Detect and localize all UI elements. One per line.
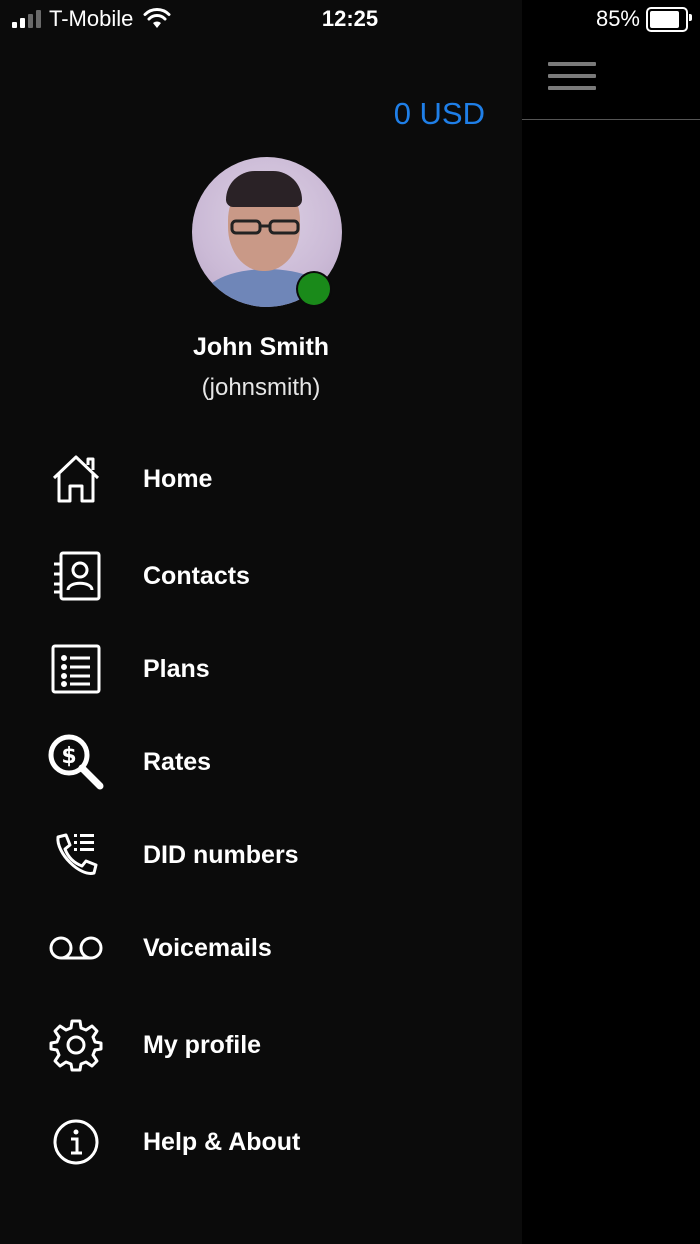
info-icon: [46, 1112, 106, 1172]
online-status-indicator: [298, 273, 330, 305]
menu-item-did-numbers[interactable]: DID numbers: [0, 815, 522, 895]
svg-text:$: $: [61, 744, 76, 769]
user-name: John Smith: [192, 333, 330, 361]
menu-item-label: Plans: [143, 654, 210, 683]
menu-item-contacts[interactable]: Contacts: [0, 536, 522, 616]
menu-item-label: My profile: [143, 1030, 262, 1059]
menu-item-home[interactable]: Home: [0, 439, 522, 519]
header-divider: [522, 119, 700, 120]
menu-item-help-about[interactable]: Help & About: [0, 1102, 522, 1182]
menu-item-label: Contacts: [143, 561, 250, 590]
hamburger-menu-icon[interactable]: [548, 62, 596, 94]
menu-item-rates[interactable]: $ Rates: [0, 722, 522, 802]
battery-icon: [646, 6, 692, 32]
plans-list-icon: [46, 639, 106, 699]
menu-item-plans[interactable]: Plans: [0, 629, 522, 709]
menu-item-label: Home: [143, 464, 213, 493]
phone-list-icon: [46, 825, 106, 885]
user-handle: (johnsmith): [201, 374, 321, 401]
voicemail-icon: [46, 918, 106, 978]
rates-search-dollar-icon: $: [46, 732, 106, 792]
contacts-icon: [46, 546, 106, 606]
account-balance[interactable]: 0 USD: [394, 96, 485, 132]
menu-item-label: DID numbers: [143, 840, 299, 869]
gear-icon: [46, 1015, 106, 1075]
status-bar: T-Mobile 12:25 85%: [0, 0, 700, 40]
home-icon: [46, 449, 106, 509]
menu-item-label: Help & About: [143, 1127, 301, 1156]
battery-percentage: 85%: [595, 6, 640, 31]
side-drawer: 0 USD John Smith (johnsmith) Home Contac…: [0, 0, 522, 1244]
menu-item-label: Voicemails: [143, 933, 272, 962]
menu-item-voicemails[interactable]: Voicemails: [0, 908, 522, 988]
menu-item-my-profile[interactable]: My profile: [0, 1005, 522, 1085]
menu-item-label: Rates: [143, 747, 212, 776]
